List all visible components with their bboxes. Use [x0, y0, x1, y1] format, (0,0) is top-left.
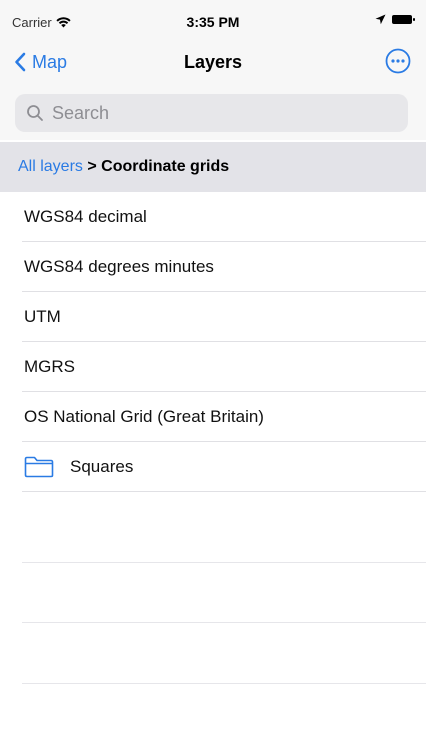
- more-options-icon[interactable]: [384, 47, 412, 75]
- layer-label: OS National Grid (Great Britain): [24, 407, 264, 426]
- empty-row-separator: [22, 622, 426, 623]
- layer-row-utm[interactable]: UTM: [0, 292, 426, 342]
- search-bar-container: [0, 82, 426, 140]
- layer-label: MGRS: [24, 357, 75, 376]
- empty-row-separator: [22, 683, 426, 684]
- breadcrumb-link-all-layers[interactable]: All layers: [18, 158, 83, 175]
- status-time: 3:35 PM: [186, 14, 240, 30]
- page-title: Layers: [183, 52, 243, 72]
- layer-list: WGS84 decimal WGS84 degrees minutes UTM …: [0, 192, 426, 492]
- layer-row-wgs84-degrees-minutes[interactable]: WGS84 degrees minutes: [0, 242, 426, 292]
- breadcrumb-current: Coordinate grids: [101, 158, 230, 175]
- layer-label: WGS84 degrees minutes: [24, 257, 214, 276]
- empty-row-separator: [22, 562, 426, 563]
- battery-icon: [392, 15, 415, 24]
- location-arrow-icon: [375, 14, 386, 25]
- layer-row-wgs84-decimal[interactable]: WGS84 decimal: [0, 192, 426, 242]
- status-bar: Carrier 3:35 PM: [0, 0, 426, 42]
- layer-label: UTM: [24, 307, 61, 326]
- navigation-bar: Map Layers: [0, 42, 426, 82]
- search-input[interactable]: [50, 101, 394, 125]
- breadcrumb-separator: >: [87, 158, 97, 175]
- folder-row-squares[interactable]: Squares: [0, 442, 426, 492]
- folder-icon: [24, 456, 54, 478]
- layer-row-mgrs[interactable]: MGRS: [0, 342, 426, 392]
- layer-row-os-national-grid[interactable]: OS National Grid (Great Britain): [0, 392, 426, 442]
- layer-label: WGS84 decimal: [24, 207, 147, 226]
- status-right-indicators: [375, 14, 415, 25]
- folder-label: Squares: [70, 457, 134, 476]
- search-field[interactable]: [15, 94, 408, 132]
- search-icon: [27, 105, 43, 121]
- breadcrumb: All layers > Coordinate grids: [0, 142, 426, 192]
